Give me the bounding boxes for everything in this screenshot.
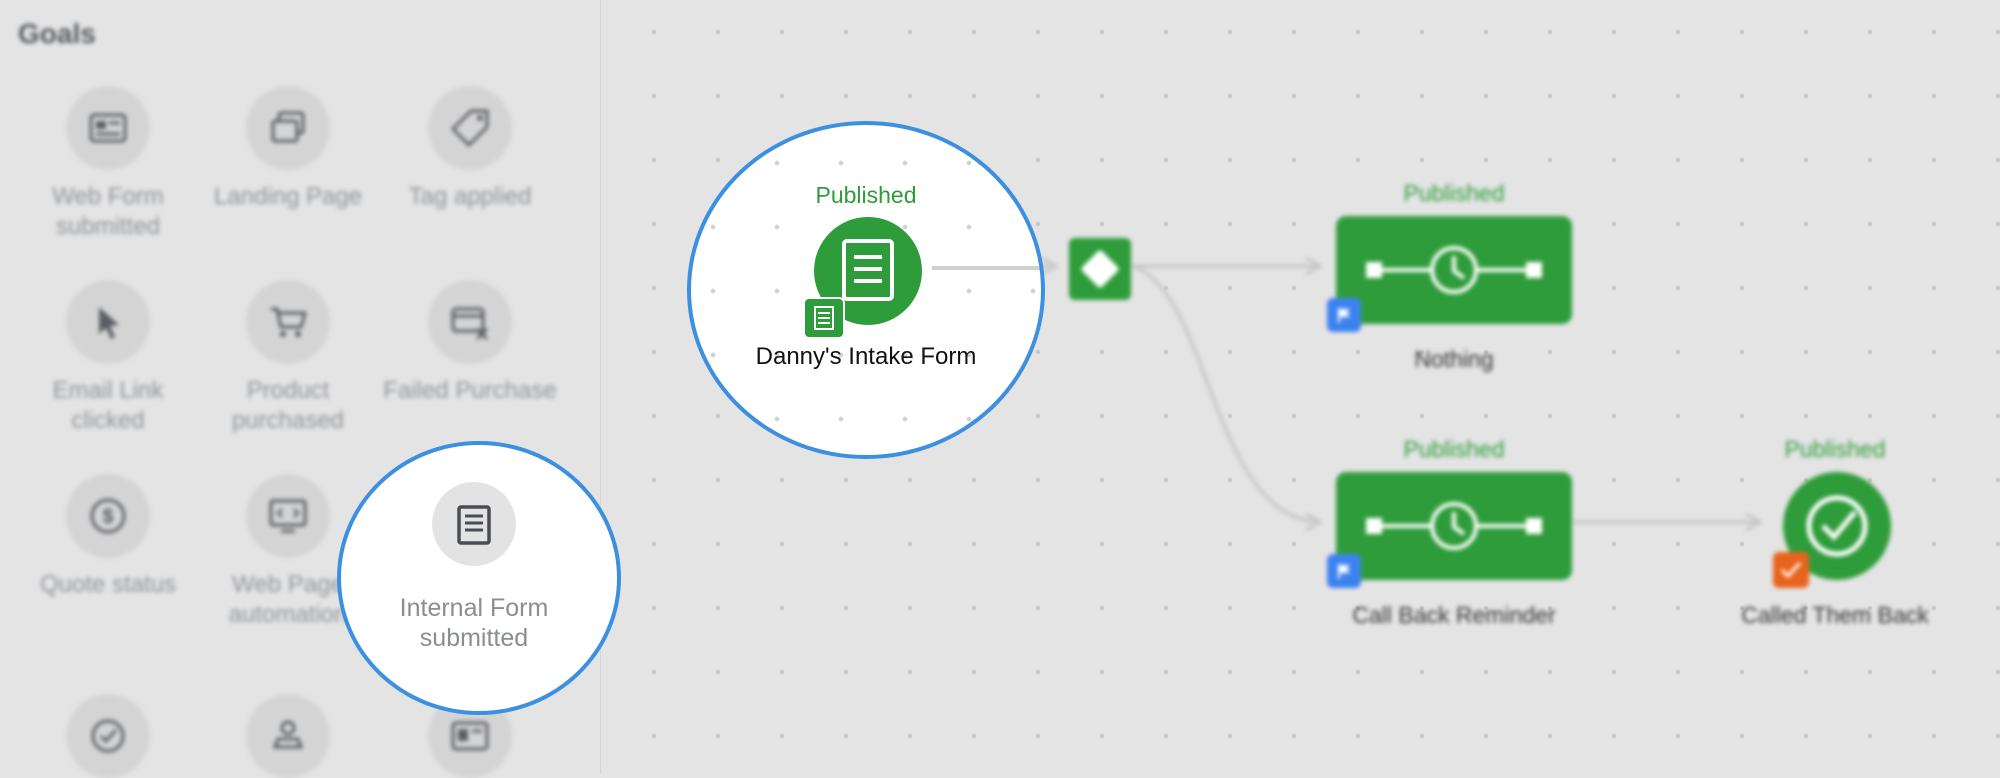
nothing-label: Nothing — [1414, 346, 1494, 372]
decision-node[interactable] — [1069, 238, 1131, 300]
internal-form-icon — [432, 482, 516, 566]
callback-label: Call Back Reminder — [1352, 602, 1556, 628]
intake-status: Published — [815, 182, 917, 208]
flag-icon — [1327, 554, 1361, 588]
nothing-delay-node[interactable] — [1336, 216, 1572, 324]
flag-icon — [1327, 298, 1361, 332]
callback-reminder-node[interactable] — [1336, 472, 1572, 580]
intake-form-magnifier[interactable]: Published Danny's Intake Form — [687, 121, 1045, 459]
diamond-icon — [1080, 249, 1120, 289]
timer-icon — [1366, 502, 1542, 550]
intake-form-label: Danny's Intake Form — [755, 343, 977, 370]
form-badge-icon — [803, 297, 845, 339]
timer-icon — [1366, 246, 1542, 294]
task-check-icon — [1773, 552, 1809, 588]
called-status: Published — [1784, 436, 1886, 462]
internal-form-label: Internal Form submitted — [399, 594, 549, 652]
called-label: Called Them Back — [1741, 602, 1929, 628]
nothing-status: Published — [1403, 180, 1505, 206]
callback-status: Published — [1403, 436, 1505, 462]
internal-form-magnifier[interactable]: Internal Form submitted — [337, 441, 621, 715]
connector-line — [932, 266, 1041, 270]
